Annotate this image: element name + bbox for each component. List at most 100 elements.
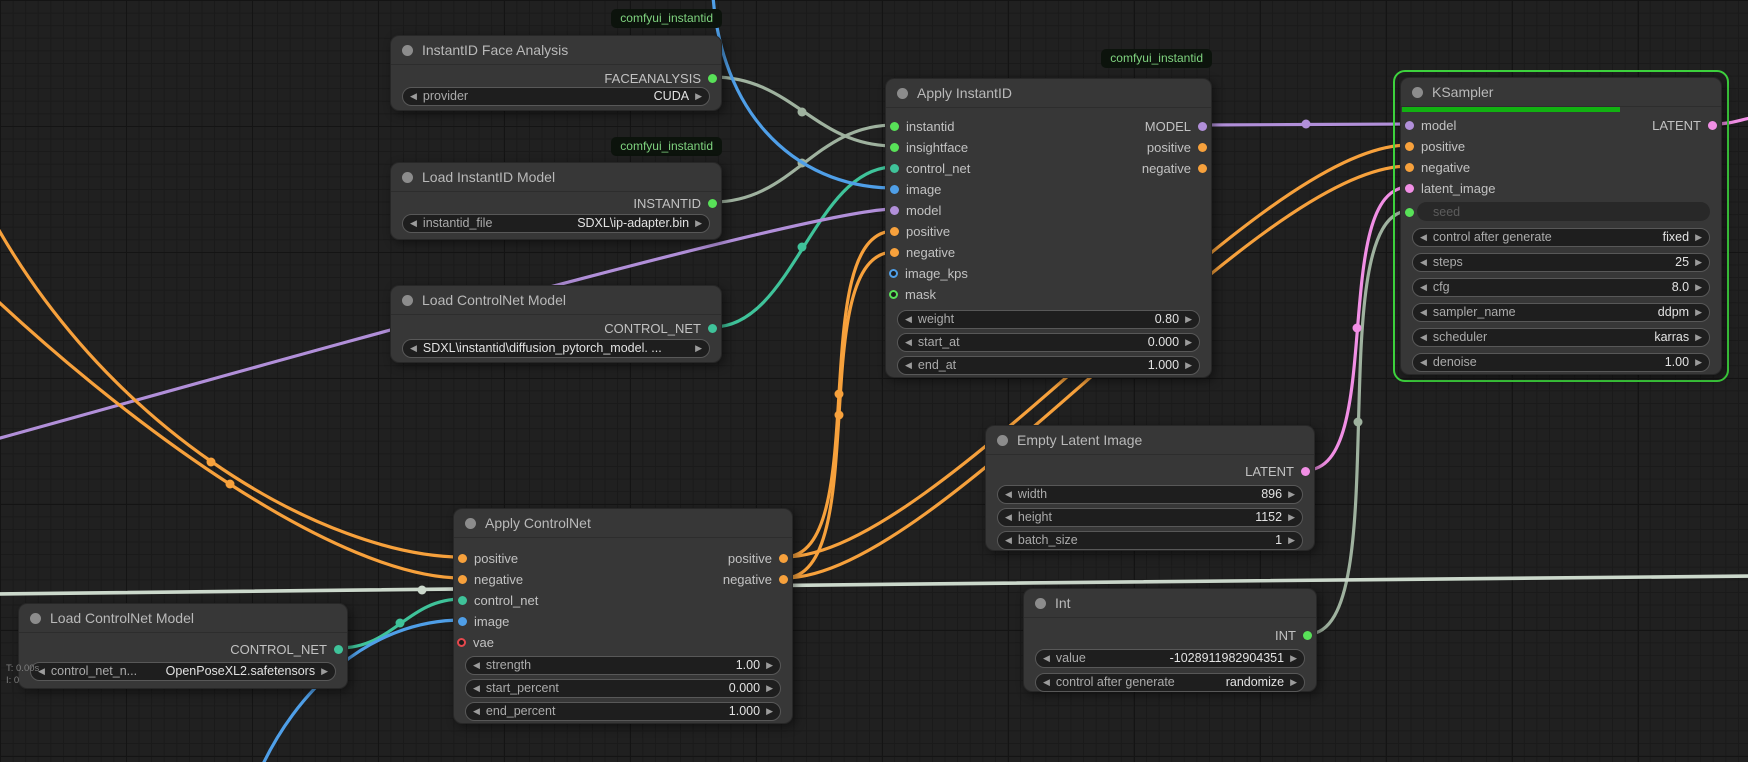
decrement-arrow-icon[interactable]: ◀ — [473, 702, 480, 721]
input-slot-positive-icon[interactable] — [1405, 142, 1414, 151]
collapse-dot-icon[interactable] — [402, 172, 413, 183]
output-slot-positive-icon[interactable] — [1198, 143, 1207, 152]
node-apply-controlnet[interactable]: Apply ControlNetpositivepositivenegative… — [453, 508, 793, 724]
decrement-arrow-icon[interactable]: ◀ — [905, 310, 912, 329]
input-slot-negative-icon[interactable] — [1405, 163, 1414, 172]
increment-arrow-icon[interactable]: ▶ — [1695, 228, 1702, 247]
widget-sampler-name[interactable]: ◀sampler_nameddpm▶ — [1412, 303, 1710, 322]
increment-arrow-icon[interactable]: ▶ — [1185, 310, 1192, 329]
input-slot-mask-icon[interactable] — [889, 290, 898, 299]
output-slot-INT-icon[interactable] — [1303, 631, 1312, 640]
increment-arrow-icon[interactable]: ▶ — [766, 679, 773, 698]
input-slot-image_kps-icon[interactable] — [889, 269, 898, 278]
input-slot-image-icon[interactable] — [890, 185, 899, 194]
node-titlebar[interactable]: Load ControlNet Model — [391, 286, 721, 315]
node-instantid-face-analysis[interactable]: InstantID Face AnalysisFACEANALYSIS◀prov… — [390, 35, 722, 111]
node-titlebar[interactable]: Load InstantID Model — [391, 163, 721, 192]
decrement-arrow-icon[interactable]: ◀ — [410, 214, 417, 233]
decrement-arrow-icon[interactable]: ◀ — [410, 87, 417, 106]
node-titlebar[interactable]: KSampler — [1401, 78, 1721, 107]
collapse-dot-icon[interactable] — [1035, 598, 1046, 609]
increment-arrow-icon[interactable]: ▶ — [1185, 356, 1192, 375]
collapse-dot-icon[interactable] — [897, 88, 908, 99]
node-load-instantid-model[interactable]: Load InstantID ModelINSTANTID◀instantid_… — [390, 162, 722, 240]
decrement-arrow-icon[interactable]: ◀ — [905, 333, 912, 352]
node-titlebar[interactable]: Apply InstantID — [886, 79, 1211, 108]
widget-batch-size[interactable]: ◀batch_size1▶ — [997, 531, 1303, 550]
collapse-dot-icon[interactable] — [30, 613, 41, 624]
node-titlebar[interactable]: Apply ControlNet — [454, 509, 792, 538]
decrement-arrow-icon[interactable]: ◀ — [1420, 328, 1427, 347]
increment-arrow-icon[interactable]: ▶ — [1288, 485, 1295, 504]
increment-arrow-icon[interactable]: ▶ — [1695, 328, 1702, 347]
output-slot-positive-icon[interactable] — [779, 554, 788, 563]
node-load-controlnet-model-pose[interactable]: Load ControlNet ModelCONTROL_NET◀control… — [18, 603, 348, 689]
widget-weight[interactable]: ◀weight0.80▶ — [897, 310, 1200, 329]
widget-strength[interactable]: ◀strength1.00▶ — [465, 656, 781, 675]
output-slot-INSTANTID-icon[interactable] — [708, 199, 717, 208]
decrement-arrow-icon[interactable]: ◀ — [473, 656, 480, 675]
output-slot-CONTROL_NET-icon[interactable] — [708, 324, 717, 333]
increment-arrow-icon[interactable]: ▶ — [1695, 303, 1702, 322]
widget-width[interactable]: ◀width896▶ — [997, 485, 1303, 504]
widget-provider[interactable]: ◀providerCUDA▶ — [402, 87, 710, 106]
decrement-arrow-icon[interactable]: ◀ — [1420, 353, 1427, 372]
widget-control-after-generate[interactable]: ◀control after generatefixed▶ — [1412, 228, 1710, 247]
increment-arrow-icon[interactable]: ▶ — [1695, 353, 1702, 372]
decrement-arrow-icon[interactable]: ◀ — [1420, 253, 1427, 272]
widget-start-percent[interactable]: ◀start_percent0.000▶ — [465, 679, 781, 698]
input-slot-vae-icon[interactable] — [457, 638, 466, 647]
increment-arrow-icon[interactable]: ▶ — [321, 662, 328, 681]
increment-arrow-icon[interactable]: ▶ — [1695, 278, 1702, 297]
decrement-arrow-icon[interactable]: ◀ — [1043, 673, 1050, 692]
decrement-arrow-icon[interactable]: ◀ — [473, 679, 480, 698]
input-slot-latent_image-icon[interactable] — [1405, 184, 1414, 193]
output-slot-negative-icon[interactable] — [1198, 164, 1207, 173]
input-slot-insightface-icon[interactable] — [890, 143, 899, 152]
input-slot-control_net-icon[interactable] — [458, 596, 467, 605]
decrement-arrow-icon[interactable]: ◀ — [1420, 303, 1427, 322]
widget-cfg[interactable]: ◀cfg8.0▶ — [1412, 278, 1710, 297]
widget-steps[interactable]: ◀steps25▶ — [1412, 253, 1710, 272]
decrement-arrow-icon[interactable]: ◀ — [1420, 278, 1427, 297]
output-slot-CONTROL_NET-icon[interactable] — [334, 645, 343, 654]
increment-arrow-icon[interactable]: ▶ — [1288, 508, 1295, 527]
input-slot-model-icon[interactable] — [890, 206, 899, 215]
widget-end-percent[interactable]: ◀end_percent1.000▶ — [465, 702, 781, 721]
output-slot-LATENT-icon[interactable] — [1708, 121, 1717, 130]
increment-arrow-icon[interactable]: ▶ — [1185, 333, 1192, 352]
node-empty-latent-image[interactable]: Empty Latent ImageLATENT◀width896▶◀heigh… — [985, 425, 1315, 551]
increment-arrow-icon[interactable]: ▶ — [1695, 253, 1702, 272]
increment-arrow-icon[interactable]: ▶ — [695, 214, 702, 233]
node-load-controlnet-model-instantid[interactable]: Load ControlNet ModelCONTROL_NET◀SDXL\in… — [390, 285, 722, 363]
collapse-dot-icon[interactable] — [1412, 87, 1423, 98]
input-slot-model-icon[interactable] — [1405, 121, 1414, 130]
input-slot-negative-icon[interactable] — [890, 248, 899, 257]
widget-control-net-n-[interactable]: ◀control_net_n...OpenPoseXL2.safetensors… — [30, 662, 336, 681]
node-int[interactable]: IntINT◀value-1028911982904351▶◀control a… — [1023, 588, 1317, 692]
increment-arrow-icon[interactable]: ▶ — [766, 656, 773, 675]
increment-arrow-icon[interactable]: ▶ — [695, 339, 702, 358]
increment-arrow-icon[interactable]: ▶ — [1290, 673, 1297, 692]
decrement-arrow-icon[interactable]: ◀ — [905, 356, 912, 375]
widget-value[interactable]: ◀SDXL\instantid\diffusion_pytorch_model.… — [402, 339, 710, 358]
increment-arrow-icon[interactable]: ▶ — [1288, 531, 1295, 550]
widget-instantid-file[interactable]: ◀instantid_fileSDXL\ip-adapter.bin▶ — [402, 214, 710, 233]
decrement-arrow-icon[interactable]: ◀ — [1420, 228, 1427, 247]
widget-seed-disabled[interactable]: seed — [1417, 202, 1710, 221]
output-slot-FACEANALYSIS-icon[interactable] — [708, 74, 717, 83]
collapse-dot-icon[interactable] — [997, 435, 1008, 446]
node-ksampler[interactable]: KSamplermodelLATENTpositivenegativelaten… — [1400, 77, 1722, 375]
node-graph-canvas[interactable]: T: 0.00s I: 0 comfyui_instantidcomfyui_i… — [0, 0, 1748, 762]
decrement-arrow-icon[interactable]: ◀ — [1005, 485, 1012, 504]
widget-height[interactable]: ◀height1152▶ — [997, 508, 1303, 527]
node-titlebar[interactable]: Load ControlNet Model — [19, 604, 347, 633]
widget-value[interactable]: ◀value-1028911982904351▶ — [1035, 649, 1305, 668]
node-titlebar[interactable]: Empty Latent Image — [986, 426, 1314, 455]
input-slot-image-icon[interactable] — [458, 617, 467, 626]
input-slot-negative-icon[interactable] — [458, 575, 467, 584]
increment-arrow-icon[interactable]: ▶ — [766, 702, 773, 721]
increment-arrow-icon[interactable]: ▶ — [695, 87, 702, 106]
input-slot-instantid-icon[interactable] — [890, 122, 899, 131]
decrement-arrow-icon[interactable]: ◀ — [410, 339, 417, 358]
